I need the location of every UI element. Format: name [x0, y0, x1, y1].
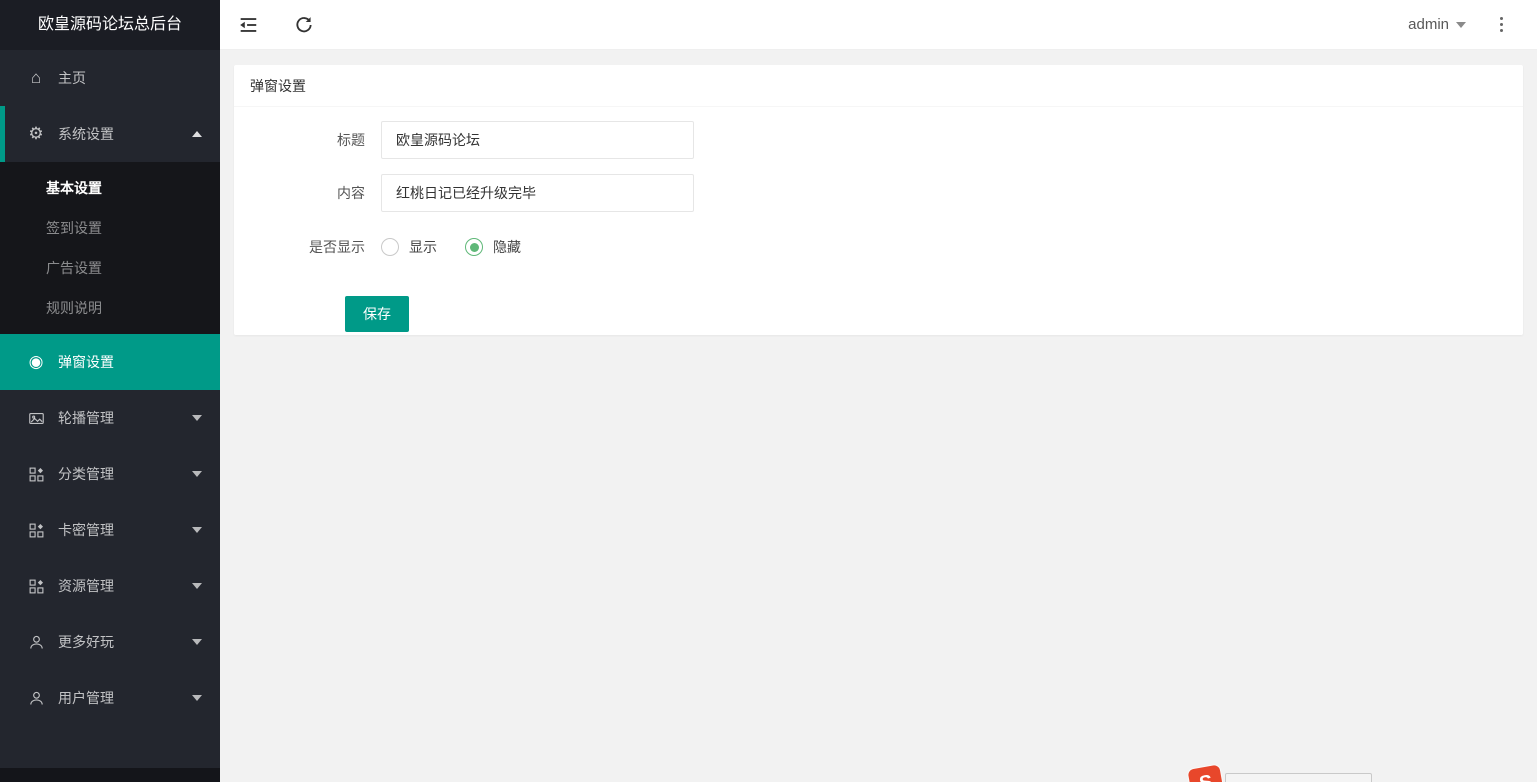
refresh-icon — [294, 15, 314, 35]
user-icon — [26, 634, 46, 651]
chevron-down-icon — [192, 695, 202, 701]
sidebar-submenu-system-settings: 基本设置 签到设置 广告设置 规则说明 — [0, 162, 220, 334]
chevron-down-icon — [192, 639, 202, 645]
save-button[interactable]: 保存 — [345, 296, 409, 332]
sidebar-subitem-basic-settings[interactable]: 基本设置 — [0, 168, 220, 208]
chevron-down-icon — [192, 583, 202, 589]
content-label: 内容 — [234, 183, 365, 203]
chevron-up-icon — [192, 131, 202, 137]
component-icon — [26, 522, 46, 539]
sidebar-item-more-fun[interactable]: 更多好玩 — [0, 614, 220, 670]
collapse-sidebar-icon — [237, 14, 259, 36]
toolbar-icon-bar: ⌂ ◷ ▣ ◍ ▤ ◉ ▥ — [1225, 773, 1372, 782]
radio-show-circle — [381, 238, 399, 256]
user-icon — [26, 690, 46, 707]
user-dropdown[interactable]: admin — [1394, 16, 1480, 33]
sidebar-item-label: 主页 — [58, 68, 86, 88]
chevron-down-icon — [192, 471, 202, 477]
sidebar-item-label: 更多好玩 — [58, 632, 114, 652]
sidebar-footer — [0, 768, 220, 782]
main-content: 弹窗设置 标题 内容 是否显示 显示 隐藏 — [220, 50, 1537, 782]
radio-hide-label: 隐藏 — [493, 237, 521, 257]
topbar: admin — [220, 0, 1537, 50]
content-input[interactable] — [381, 174, 694, 212]
radio-show[interactable]: 显示 — [381, 237, 437, 257]
sidebar-item-label: 资源管理 — [58, 576, 114, 596]
sidebar: 欧皇源码论坛总后台 ⌂ 主页 ⚙ 系统设置 基本设置 签到设置 广告设置 规则说… — [0, 0, 220, 782]
collapse-sidebar-button[interactable] — [220, 0, 276, 50]
home-icon: ⌂ — [26, 68, 46, 88]
sidebar-subitem-checkin-settings[interactable]: 签到设置 — [0, 208, 220, 248]
chevron-down-icon — [192, 415, 202, 421]
title-label: 标题 — [234, 130, 365, 150]
popup-settings-form: 标题 内容 是否显示 显示 隐藏 — [234, 107, 1523, 332]
chevron-down-icon — [1456, 22, 1466, 28]
title-field-row: 标题 — [234, 121, 1523, 159]
sidebar-item-home[interactable]: ⌂ 主页 — [0, 50, 220, 106]
display-label: 是否显示 — [234, 237, 365, 257]
sidebar-item-category-management[interactable]: 分类管理 — [0, 446, 220, 502]
app-title: 欧皇源码论坛总后台 — [0, 0, 220, 50]
toolbar-logo-icon: S — [1187, 764, 1224, 782]
gear-icon: ⚙ — [26, 124, 46, 144]
display-radio-group: 显示 隐藏 — [381, 237, 521, 257]
refresh-button[interactable] — [276, 0, 332, 50]
sidebar-item-label: 系统设置 — [58, 124, 114, 144]
sidebar-item-user-management[interactable]: 用户管理 — [0, 670, 220, 726]
sidebar-item-label: 弹窗设置 — [58, 352, 114, 372]
component-icon — [26, 466, 46, 483]
radio-hide[interactable]: 隐藏 — [465, 237, 521, 257]
sidebar-item-popup-settings[interactable]: ◉ 弹窗设置 — [0, 334, 220, 390]
sidebar-item-card-key-management[interactable]: 卡密管理 — [0, 502, 220, 558]
component-icon — [26, 578, 46, 595]
chevron-down-icon — [192, 527, 202, 533]
dot-circle-icon: ◉ — [26, 352, 46, 372]
display-option-row: 是否显示 显示 隐藏 — [234, 228, 1523, 266]
topbar-right: admin — [1394, 9, 1537, 40]
card-title: 弹窗设置 — [234, 65, 1523, 107]
carousel-icon — [26, 410, 46, 427]
content-field-row: 内容 — [234, 174, 1523, 212]
sidebar-menu: ⌂ 主页 ⚙ 系统设置 基本设置 签到设置 广告设置 规则说明 ◉ 弹窗设置 轮… — [0, 50, 220, 726]
radio-hide-circle — [465, 238, 483, 256]
sidebar-item-label: 卡密管理 — [58, 520, 114, 540]
sidebar-item-label: 用户管理 — [58, 688, 114, 708]
sidebar-subitem-rules[interactable]: 规则说明 — [0, 288, 220, 328]
title-input[interactable] — [381, 121, 694, 159]
popup-settings-card: 弹窗设置 标题 内容 是否显示 显示 隐藏 — [234, 65, 1523, 335]
sidebar-item-label: 分类管理 — [58, 464, 114, 484]
username-label: admin — [1408, 16, 1449, 33]
more-menu-button[interactable] — [1480, 9, 1517, 40]
sidebar-item-resource-management[interactable]: 资源管理 — [0, 558, 220, 614]
screenshot-toolbar[interactable]: S ⌂ ◷ ▣ ◍ ▤ ◉ ▥ — [1190, 767, 1372, 782]
sidebar-subitem-ad-settings[interactable]: 广告设置 — [0, 248, 220, 288]
radio-show-label: 显示 — [409, 237, 437, 257]
sidebar-item-carousel-management[interactable]: 轮播管理 — [0, 390, 220, 446]
sidebar-item-system-settings[interactable]: ⚙ 系统设置 — [0, 106, 220, 162]
sidebar-item-label: 轮播管理 — [58, 408, 114, 428]
